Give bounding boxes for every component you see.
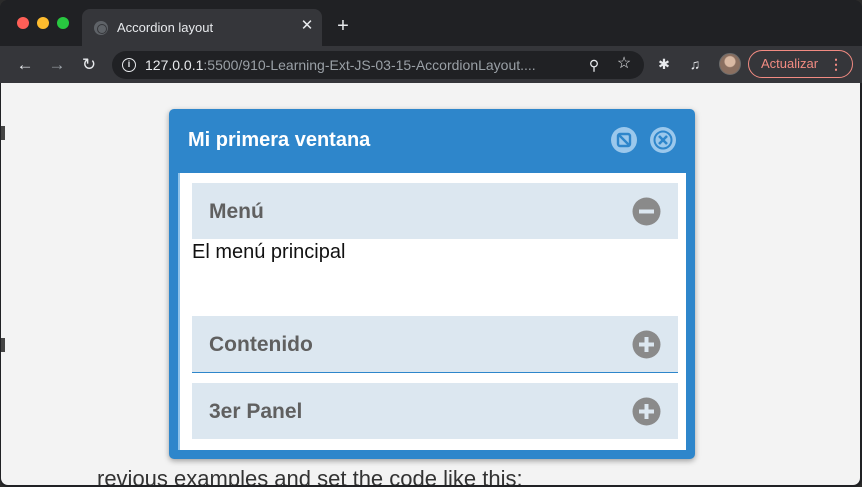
maximize-window-button[interactable] [57, 17, 69, 29]
forward-icon[interactable]: → [46, 54, 68, 76]
panel-content-menu: El menú principal [192, 241, 346, 263]
panel-title: 3er Panel [209, 400, 303, 423]
tab-title: Accordion layout [117, 20, 214, 35]
browser-toolbar: ← → ↻ i 127.0.0.1:5500/910-Learning-Ext-… [0, 46, 862, 83]
media-icon[interactable]: ♫ [686, 55, 704, 73]
accordion-body: Menú El menú principal Contenido 3er Pan… [178, 173, 686, 450]
expand-panel-icon[interactable] [632, 397, 661, 426]
menu-dots-icon[interactable]: ⋮ [829, 51, 843, 77]
extjs-window: Mi primera ventana Menú El menú principa… [169, 109, 695, 459]
zoom-icon[interactable]: ⚲ [585, 56, 603, 74]
info-icon[interactable]: i [122, 58, 136, 72]
window-title: Mi primera ventana [188, 129, 371, 151]
tab-close-icon[interactable]: ✕ [298, 17, 316, 35]
collapse-window-icon[interactable] [610, 126, 638, 154]
panel-title: Menú [209, 200, 264, 223]
new-tab-button[interactable]: + [333, 16, 353, 36]
minimize-window-button[interactable] [37, 17, 49, 29]
tab-strip: Accordion layout ✕ + [0, 0, 862, 46]
expand-panel-icon[interactable] [632, 330, 661, 359]
reload-icon[interactable]: ↻ [78, 54, 100, 76]
update-label: Actualizar [761, 56, 819, 71]
accordion-header-menu[interactable]: Menú [192, 183, 678, 239]
collapse-panel-icon[interactable] [632, 197, 661, 226]
star-icon[interactable]: ☆ [615, 55, 633, 73]
url-text[interactable]: 127.0.0.1:5500/910-Learning-Ext-JS-03-15… [145, 57, 536, 73]
accordion-header-3er-panel[interactable]: 3er Panel [192, 383, 678, 439]
address-bar[interactable]: i 127.0.0.1:5500/910-Learning-Ext-JS-03-… [112, 51, 644, 79]
background-text: revious examples and set the code like t… [97, 466, 523, 485]
url-host: 127.0.0.1 [145, 57, 204, 73]
globe-icon [94, 21, 108, 35]
tab-accordion-layout[interactable]: Accordion layout ✕ [82, 9, 322, 46]
background-fragment [1, 338, 5, 352]
accordion-header-contenido[interactable]: Contenido [192, 316, 678, 373]
url-path: :5500/910-Learning-Ext-JS-03-15-Accordio… [203, 57, 536, 73]
avatar[interactable] [719, 53, 741, 75]
close-window-icon[interactable] [649, 126, 677, 154]
panel-title: Contenido [209, 333, 313, 356]
close-window-button[interactable] [17, 17, 29, 29]
update-button[interactable]: Actualizar ⋮ [748, 50, 853, 78]
background-fragment [1, 126, 5, 140]
back-icon[interactable]: ← [14, 54, 36, 76]
extensions-icon[interactable]: ✱ [655, 55, 673, 73]
page-viewport: revious examples and set the code like t… [1, 83, 860, 485]
browser-window: Accordion layout ✕ + ← → ↻ i 127.0.0.1:5… [0, 0, 862, 487]
